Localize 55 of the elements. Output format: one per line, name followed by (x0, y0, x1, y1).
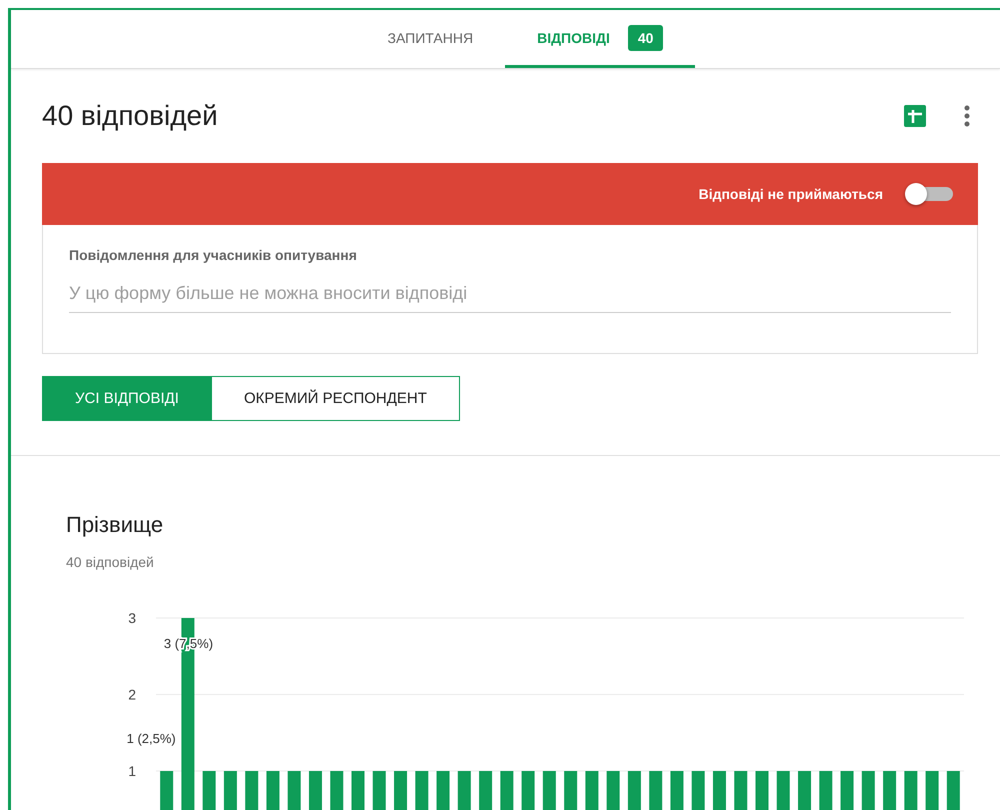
bar (798, 771, 812, 810)
bar (692, 771, 705, 810)
bar (649, 771, 662, 810)
bar (245, 771, 258, 810)
bar (394, 771, 408, 810)
tab[interactable]: ВІДПОВІДІ 40 (505, 10, 696, 68)
count-badge: 40 (628, 24, 664, 50)
bar (542, 771, 556, 810)
bar (352, 771, 364, 810)
view-toggle-button[interactable]: УСІ ВІДПОВІДІ (42, 376, 212, 421)
bar (840, 771, 854, 810)
bar (522, 771, 535, 810)
status-label: Відповіді не приймаються (698, 186, 883, 202)
bar (734, 771, 748, 810)
bar (585, 771, 598, 810)
view-toggle-button[interactable]: ОКРЕМИЙ РЕСПОНДЕНТ (212, 376, 460, 421)
responses-title: 40 відповідей (42, 100, 219, 132)
message-field[interactable]: У цю форму більше не можна вносити відповіді (69, 277, 951, 313)
bar (202, 771, 216, 810)
bar (712, 771, 726, 810)
bar (288, 771, 301, 810)
spreadsheet-icon[interactable] (904, 105, 926, 127)
bar (266, 771, 280, 810)
tab[interactable]: ЗАПИТАННЯ (356, 10, 506, 68)
bar (904, 771, 918, 810)
bar (458, 771, 471, 810)
bar (628, 771, 641, 810)
bar (415, 771, 428, 810)
y-axis-label: 3 (128, 610, 136, 626)
bar (372, 771, 386, 810)
data-label: 1 (2,5%) (126, 731, 176, 746)
bar (479, 771, 492, 810)
y-axis-label: 2 (128, 686, 136, 702)
accepting-responses-switch[interactable] (905, 183, 953, 205)
more-menu-icon[interactable] (964, 105, 970, 127)
bar (436, 771, 450, 810)
bar (819, 771, 832, 810)
bar (862, 771, 875, 810)
bar (776, 771, 790, 810)
bar (500, 771, 514, 810)
y-axis-label: 1 (128, 763, 136, 779)
question-title: Прізвище (66, 512, 164, 538)
bar (946, 771, 960, 810)
bar (160, 771, 174, 810)
bar (926, 771, 939, 810)
bar (670, 771, 684, 810)
bar (224, 771, 237, 810)
bar (606, 771, 620, 810)
response-count: 40 відповідей (66, 554, 155, 570)
bar (308, 771, 322, 810)
bar (330, 771, 344, 810)
bar (883, 771, 896, 810)
message-label: Повідомлення для учасників опитування (69, 247, 358, 263)
bar (564, 771, 578, 810)
bar (756, 771, 768, 810)
